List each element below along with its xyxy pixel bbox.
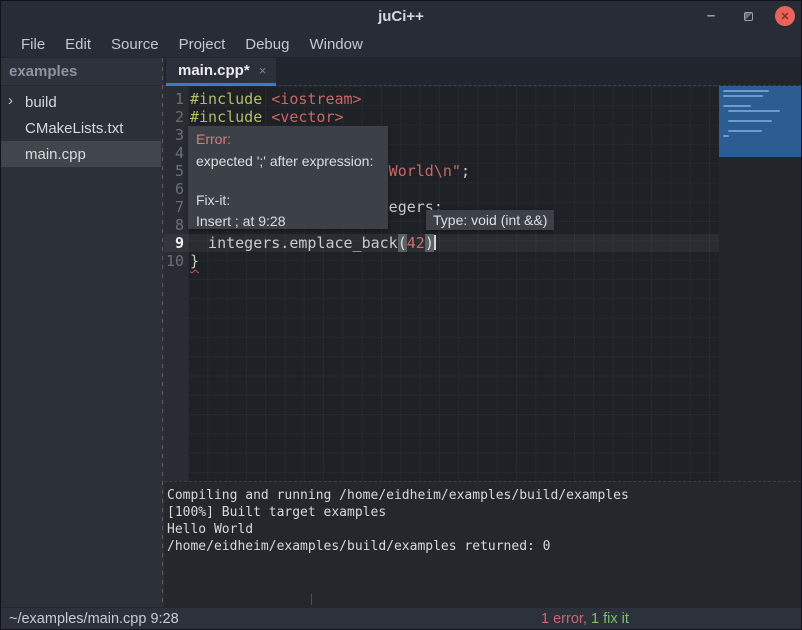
error-tooltip: Error: expected ';' after expression: Fi… <box>188 126 388 229</box>
tooltip-spacer <box>196 170 380 192</box>
minimize-icon: – <box>707 11 715 21</box>
code-line: #include <vector> <box>188 108 719 126</box>
file-label: build <box>25 94 57 111</box>
menu-item-file[interactable]: File <box>11 33 55 56</box>
error-count: 1 error <box>541 611 583 627</box>
sidebar-item-build[interactable]: › build <box>1 89 161 115</box>
close-button[interactable]: ✕ <box>775 6 795 26</box>
line-number: 9 <box>164 234 188 252</box>
app-window: juCi++ – ✕ FileEditSourceProjectDebugWin… <box>0 0 802 630</box>
line-number: 4 <box>164 144 188 162</box>
overview-code-line <box>728 120 772 122</box>
menu-item-project[interactable]: Project <box>169 33 236 56</box>
code-editor: 12345678910 #include <iostream>#include … <box>164 86 801 481</box>
code-token: #include <box>190 108 271 126</box>
build-output-panel[interactable]: Compiling and running /home/eidheim/exam… <box>164 481 801 607</box>
file-tree: › build CMakeLists.txt main.cpp <box>1 86 161 167</box>
content-area: examples › build CMakeLists.txt main.cpp ma… <box>1 58 801 607</box>
code-token: 42 <box>407 234 425 252</box>
fixit-message: Insert ; at 9:28 <box>196 213 380 230</box>
terminal-cursor <box>311 594 312 605</box>
overview-code-line <box>728 110 780 112</box>
tab-bar: main.cpp* × <box>164 58 801 86</box>
line-number: 5 <box>164 162 188 180</box>
window-controls: – ✕ <box>701 1 795 31</box>
code-token: <iostream> <box>271 90 361 108</box>
line-number: 3 <box>164 126 188 144</box>
fixit-count: 1 fix it <box>591 611 629 627</box>
file-label: CMakeLists.txt <box>25 120 123 137</box>
diagnostics-separator: , <box>583 611 591 627</box>
code-token: } <box>190 252 199 270</box>
line-number: 7 <box>164 198 188 216</box>
text-cursor <box>434 235 436 250</box>
chevron-right-icon[interactable]: › <box>8 92 13 109</box>
menu-item-window[interactable]: Window <box>299 33 372 56</box>
code-token: ( <box>398 234 407 252</box>
title-bar[interactable]: juCi++ – ✕ <box>1 1 801 31</box>
code-token: <vector> <box>271 108 343 126</box>
menu-item-source[interactable]: Source <box>101 33 169 56</box>
code-line: } <box>188 252 719 270</box>
output-line: /home/eidheim/examples/build/examples re… <box>167 538 801 555</box>
tab-main-cpp[interactable]: main.cpp* × <box>166 58 276 86</box>
window-title: juCi++ <box>378 8 424 25</box>
close-icon: ✕ <box>780 10 789 23</box>
menu-item-debug[interactable]: Debug <box>235 33 299 56</box>
overview-code-line <box>723 95 763 97</box>
line-number-gutter: 12345678910 <box>164 86 188 481</box>
diagnostics-status: 1 error, 1 fix it <box>541 611 629 627</box>
line-number: 10 <box>164 252 188 270</box>
overview-map[interactable] <box>719 86 801 481</box>
line-number: 1 <box>164 90 188 108</box>
restore-icon <box>744 12 753 21</box>
code-token: ; <box>461 162 470 180</box>
overview-code-line <box>723 90 769 92</box>
code-line: #include <iostream> <box>188 90 719 108</box>
file-tree-sidebar: examples › build CMakeLists.txt main.cpp <box>1 58 161 607</box>
file-label: main.cpp <box>25 146 86 163</box>
tab-close-icon[interactable]: × <box>259 63 267 78</box>
code-token: integers.emplace_back <box>190 234 398 252</box>
restore-button[interactable] <box>738 6 758 26</box>
line-number: 2 <box>164 108 188 126</box>
overview-code-line <box>723 105 751 107</box>
output-line: Compiling and running /home/eidheim/exam… <box>167 487 801 504</box>
status-bar: ~/examples/main.cpp 9:28 1 error, 1 fix … <box>1 607 801 629</box>
menu-bar: FileEditSourceProjectDebugWindow <box>1 31 801 58</box>
fixit-title: Fix-it: <box>196 192 380 209</box>
output-line: [100%] Built target examples <box>167 504 801 521</box>
output-line: Hello World <box>167 521 801 538</box>
minimize-button[interactable]: – <box>701 6 721 26</box>
type-tooltip: Type: void (int &&) <box>426 210 554 230</box>
error-tooltip-title: Error: <box>196 131 380 148</box>
code-token: ) <box>425 234 434 252</box>
error-tooltip-message: expected ';' after expression: <box>196 153 380 170</box>
line-number: 8 <box>164 216 188 234</box>
code-line: integers.emplace_back(42) <box>188 234 719 252</box>
line-number: 6 <box>164 180 188 198</box>
overview-code-line <box>728 130 762 132</box>
menu-item-edit[interactable]: Edit <box>55 33 101 56</box>
file-location-status: ~/examples/main.cpp 9:28 <box>9 611 179 627</box>
sidebar-item-cmakelists-txt[interactable]: CMakeLists.txt <box>1 115 161 141</box>
overview-viewport[interactable] <box>719 86 801 157</box>
project-name-header: examples <box>1 58 161 86</box>
tab-label: main.cpp* <box>178 62 250 79</box>
code-token: #include <box>190 90 271 108</box>
overview-code-line <box>723 135 729 137</box>
main-pane: main.cpp* × 12345678910 #include <iostre… <box>164 58 801 607</box>
sidebar-item-main-cpp[interactable]: main.cpp <box>1 141 161 167</box>
